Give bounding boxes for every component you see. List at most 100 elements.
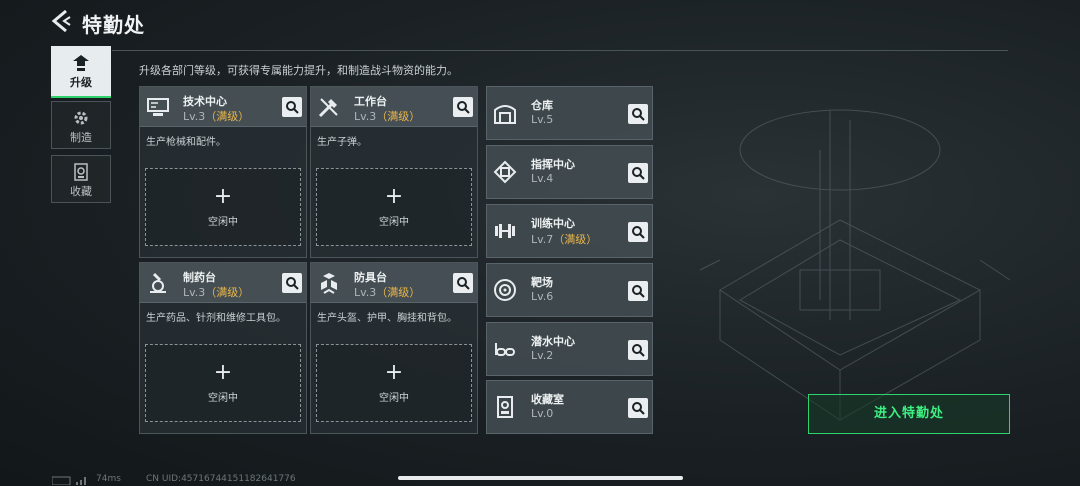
inspect-button[interactable] bbox=[282, 273, 302, 293]
room-card-training-center[interactable]: 训练中心 Lv.7（满级） bbox=[486, 204, 653, 258]
add-icon: + bbox=[384, 184, 404, 209]
room-card-shooting-range[interactable]: 靶场 Lv.6 bbox=[486, 263, 653, 317]
armor-boxes-icon bbox=[321, 273, 337, 294]
facility-card-armor-bench[interactable]: 防具台 Lv.3（满级） 生产头盔、护甲、胸挂和背包。 + 空闲中 bbox=[310, 262, 478, 434]
facility-card-tech-center[interactable]: 技术中心 Lv.3（满级） 生产枪械和配件。 + 空闲中 bbox=[139, 86, 307, 258]
room-name: 指挥中心 bbox=[531, 158, 575, 171]
inspect-button[interactable] bbox=[628, 398, 648, 418]
card-header: 工作台 Lv.3（满级） bbox=[311, 87, 477, 127]
inspect-button[interactable] bbox=[628, 163, 648, 183]
idle-slot[interactable]: + 空闲中 bbox=[145, 344, 301, 422]
room-card-diving-center[interactable]: 潜水中心 Lv.2 bbox=[486, 322, 653, 376]
chip-icon bbox=[493, 160, 517, 184]
room-level: Lv.0 bbox=[531, 407, 554, 420]
max-level-badge: （满级） bbox=[553, 233, 598, 246]
room-level: Lv.5 bbox=[531, 113, 554, 126]
facility-description: 生产头盔、护甲、胸挂和背包。 bbox=[317, 313, 457, 324]
search-icon bbox=[286, 101, 299, 114]
search-icon bbox=[632, 344, 645, 357]
facility-card-workbench[interactable]: 工作台 Lv.3（满级） 生产子弹。 + 空闲中 bbox=[310, 86, 478, 258]
inspect-button[interactable] bbox=[628, 222, 648, 242]
room-level: Lv.7（满级） bbox=[531, 233, 598, 246]
inspect-button[interactable] bbox=[453, 97, 473, 117]
warehouse-icon bbox=[494, 105, 516, 124]
inspect-button[interactable] bbox=[628, 340, 648, 360]
search-icon bbox=[632, 402, 645, 415]
add-icon: + bbox=[384, 360, 404, 385]
room-level: Lv.2 bbox=[531, 349, 554, 362]
add-icon: + bbox=[213, 184, 233, 209]
facility-level: Lv.3（满级） bbox=[354, 286, 421, 299]
section-description: 升级各部门等级，可获得专属能力提升，和制造战斗物资的能力。 bbox=[139, 64, 458, 77]
back-arrow-icon[interactable] bbox=[50, 9, 72, 33]
facility-name: 制药台 bbox=[183, 271, 216, 284]
room-name: 仓库 bbox=[531, 99, 553, 112]
facility-description: 生产药品、针剂和维修工具包。 bbox=[146, 313, 286, 324]
idle-slot[interactable]: + 空闲中 bbox=[316, 168, 472, 246]
max-level-badge: （满级） bbox=[205, 110, 250, 123]
card-header: 防具台 Lv.3（满级） bbox=[311, 263, 477, 303]
upgrade-icon bbox=[73, 55, 89, 71]
room-name: 潜水中心 bbox=[531, 335, 575, 348]
search-icon bbox=[632, 108, 645, 121]
room-card-command-center[interactable]: 指挥中心 Lv.4 bbox=[486, 145, 653, 199]
facility-level: Lv.3（满级） bbox=[183, 110, 250, 123]
inspect-button[interactable] bbox=[628, 104, 648, 124]
room-level: Lv.6 bbox=[531, 290, 554, 303]
facility-name: 防具台 bbox=[354, 271, 387, 284]
idle-label: 空闲中 bbox=[208, 393, 238, 404]
idle-slot[interactable]: + 空闲中 bbox=[145, 168, 301, 246]
uid-text: CN UID:457167441511826417​76 bbox=[146, 474, 296, 484]
dumbbell-icon bbox=[495, 224, 515, 238]
facility-level: Lv.3（满级） bbox=[183, 286, 250, 299]
target-icon bbox=[494, 279, 516, 301]
microscope-icon bbox=[150, 272, 166, 293]
max-level-badge: （满级） bbox=[376, 286, 421, 299]
room-level: Lv.4 bbox=[531, 172, 554, 185]
sidebar-item-label: 制造 bbox=[70, 131, 92, 144]
sidebar-item-label: 升级 bbox=[70, 76, 92, 89]
display-case-icon bbox=[497, 396, 513, 418]
gear-icon bbox=[74, 111, 88, 125]
inspect-button[interactable] bbox=[628, 281, 648, 301]
facility-description: 生产枪械和配件。 bbox=[146, 137, 226, 148]
computer-icon bbox=[147, 98, 169, 116]
max-level-badge: （满级） bbox=[205, 286, 250, 299]
facility-description: 生产子弹。 bbox=[317, 137, 367, 148]
diving-goggles-icon bbox=[495, 343, 515, 356]
home-indicator[interactable] bbox=[398, 476, 683, 480]
sidebar-item-upgrade[interactable]: 升级 bbox=[51, 46, 111, 96]
search-icon bbox=[457, 101, 470, 114]
search-icon bbox=[632, 167, 645, 180]
card-header: 技术中心 Lv.3（满级） bbox=[140, 87, 306, 127]
facility-name: 技术中心 bbox=[183, 95, 227, 108]
room-name: 收藏室 bbox=[531, 393, 564, 406]
facility-card-pharmacy[interactable]: 制药台 Lv.3（满级） 生产药品、针剂和维修工具包。 + 空闲中 bbox=[139, 262, 307, 434]
search-icon bbox=[286, 277, 299, 290]
search-icon bbox=[457, 277, 470, 290]
tools-icon bbox=[318, 98, 338, 118]
active-indicator bbox=[51, 96, 111, 98]
max-level-badge: （满级） bbox=[376, 110, 421, 123]
facility-level: Lv.3（满级） bbox=[354, 110, 421, 123]
sidebar-item-craft[interactable]: 制造 bbox=[51, 101, 111, 149]
enter-special-ops-button[interactable]: 进入特勤处 bbox=[808, 394, 1010, 434]
search-icon bbox=[632, 226, 645, 239]
room-name: 靶场 bbox=[531, 276, 553, 289]
room-card-warehouse[interactable]: 仓库 Lv.5 bbox=[486, 86, 653, 140]
idle-label: 空闲中 bbox=[379, 217, 409, 228]
facility-name: 工作台 bbox=[354, 95, 387, 108]
inspect-button[interactable] bbox=[453, 273, 473, 293]
idle-label: 空闲中 bbox=[208, 217, 238, 228]
idle-slot[interactable]: + 空闲中 bbox=[316, 344, 472, 422]
ping-text: 74ms bbox=[96, 474, 121, 484]
room-card-collection-room[interactable]: 收藏室 Lv.0 bbox=[486, 380, 653, 434]
collection-icon bbox=[74, 163, 88, 181]
sidebar-item-collection[interactable]: 收藏 bbox=[51, 155, 111, 203]
signal-icon bbox=[52, 476, 86, 485]
inspect-button[interactable] bbox=[282, 97, 302, 117]
card-header: 制药台 Lv.3（满级） bbox=[140, 263, 306, 303]
page-title: 特勤处 bbox=[82, 13, 145, 37]
room-name: 训练中心 bbox=[531, 217, 575, 230]
add-icon: + bbox=[213, 360, 233, 385]
